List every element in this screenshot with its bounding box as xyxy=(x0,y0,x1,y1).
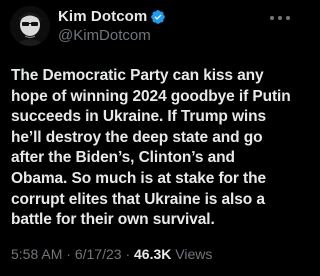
author-display-name[interactable]: Kim Dotcom xyxy=(58,8,147,25)
author-handle[interactable]: @KimDotcom xyxy=(58,27,166,44)
views-count[interactable]: 46.3K xyxy=(134,246,171,262)
more-dot xyxy=(270,16,274,20)
avatar-photo xyxy=(10,6,50,46)
tweet-time[interactable]: 5:58 AM xyxy=(11,246,62,262)
tweet-text: The Democratic Party can kiss any hope o… xyxy=(11,67,291,229)
tweet-date[interactable]: 6/17/23 xyxy=(75,246,122,262)
meta-separator: · xyxy=(66,246,71,262)
more-dot xyxy=(286,16,290,20)
verified-badge-icon[interactable] xyxy=(150,9,166,25)
avatar[interactable] xyxy=(10,6,50,46)
views-label: Views xyxy=(175,246,213,262)
tweet-meta: 5:58 AM · 6/17/23 · 46.3K Views xyxy=(11,246,212,262)
more-options-icon[interactable] xyxy=(270,10,290,26)
author-info: Kim Dotcom @KimDotcom xyxy=(58,7,166,44)
more-dot xyxy=(278,16,282,20)
meta-separator: · xyxy=(125,246,131,262)
tweet-card: Kim Dotcom @KimDotcom The Democratic Par… xyxy=(0,0,300,276)
display-name-row: Kim Dotcom xyxy=(58,7,166,26)
